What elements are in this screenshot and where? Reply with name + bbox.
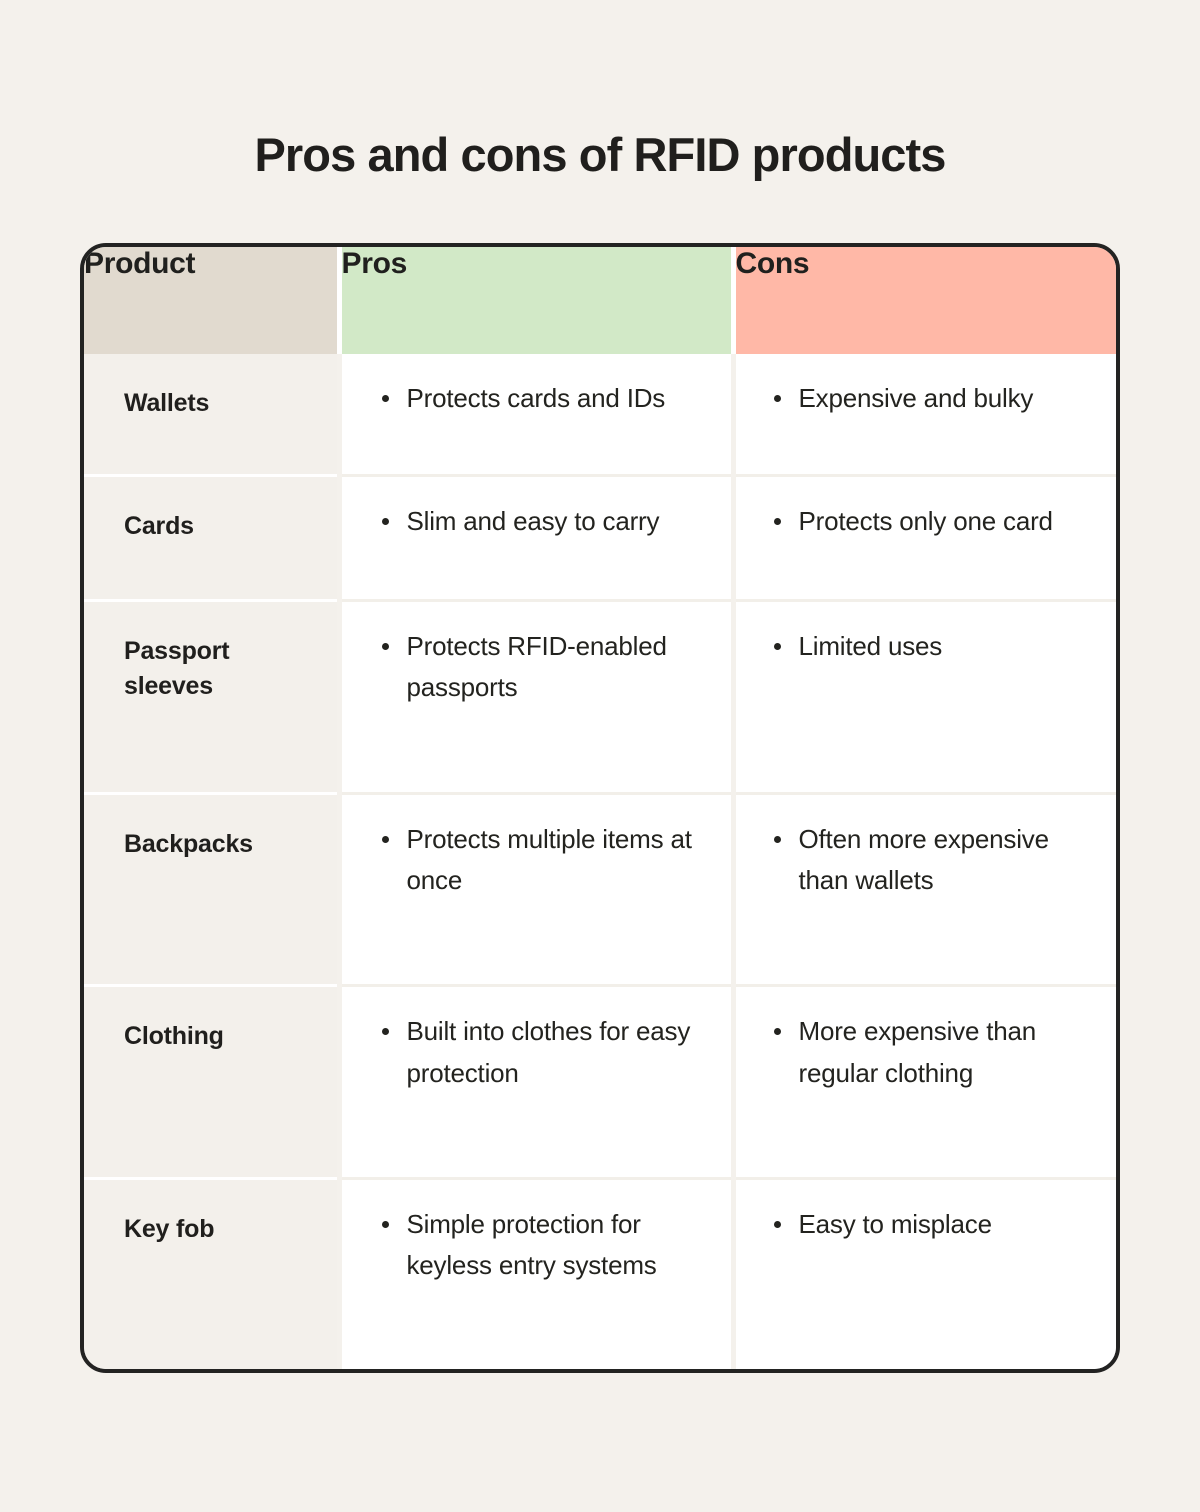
pros-cell: Protects cards and IDs [336,354,733,476]
table-row: Key fob Simple protection for keyless en… [84,1177,1116,1369]
page-title: Pros and cons of RFID products [254,128,946,182]
list-item: Built into clothes for easy protection [380,1011,707,1093]
product-name: Wallets [84,354,339,476]
table-header: Product Pros Cons [84,247,1116,354]
product-name: Clothing [84,984,339,1179]
list-item: Protects RFID-enabled passports [380,626,707,708]
cons-cell: Protects only one card [730,474,1116,601]
list-item: Protects multiple items at once [380,819,707,901]
table-row: Cards Slim and easy to carry Protects on… [84,474,1116,601]
cons-cell: Easy to misplace [730,1177,1116,1369]
cons-cell: More expensive than regular clothing [730,984,1116,1179]
list-item: Simple protection for keyless entry syst… [380,1204,707,1286]
cons-list: More expensive than regular clothing [772,1011,1093,1093]
column-header-product: Product [84,247,339,354]
table-row: Wallets Protects cards and IDs Expensive… [84,354,1116,476]
pros-list: Protects cards and IDs [380,378,707,419]
product-name: Passport sleeves [84,598,339,794]
cons-cell: Expensive and bulky [730,354,1116,476]
list-item: Protects cards and IDs [380,378,707,419]
list-item: Limited uses [772,626,1093,667]
list-item: Easy to misplace [772,1204,1093,1245]
table-row: Backpacks Protects multiple items at onc… [84,791,1116,986]
table-row: Clothing Built into clothes for easy pro… [84,984,1116,1179]
column-header-cons: Cons [730,247,1116,354]
cons-cell: Limited uses [730,598,1116,794]
cons-cell: Often more expensive than wallets [730,791,1116,986]
pros-cons-table: Product Pros Cons Wallets Protects cards… [80,243,1120,1373]
pros-list: Simple protection for keyless entry syst… [380,1204,707,1286]
cons-list: Limited uses [772,626,1093,667]
header-row: Product Pros Cons [84,247,1116,354]
product-name: Key fob [84,1177,339,1369]
table-row: Passport sleeves Protects RFID-enabled p… [84,598,1116,794]
cons-list: Easy to misplace [772,1204,1093,1245]
product-name: Backpacks [84,791,339,986]
pros-list: Protects multiple items at once [380,819,707,901]
product-name: Cards [84,474,339,601]
pros-cell: Protects RFID-enabled passports [336,598,733,794]
cons-list: Protects only one card [772,501,1093,542]
pros-list: Slim and easy to carry [380,501,707,542]
list-item: Often more expensive than wallets [772,819,1093,901]
list-item: Slim and easy to carry [380,501,707,542]
table-body: Wallets Protects cards and IDs Expensive… [84,354,1116,1369]
pros-cell: Protects multiple items at once [336,791,733,986]
pros-cell: Simple protection for keyless entry syst… [336,1177,733,1369]
list-item: Expensive and bulky [772,378,1093,419]
cons-list: Often more expensive than wallets [772,819,1093,901]
pros-list: Built into clothes for easy protection [380,1011,707,1093]
column-header-pros: Pros [336,247,733,354]
cons-list: Expensive and bulky [772,378,1093,419]
pros-cell: Slim and easy to carry [336,474,733,601]
list-item: Protects only one card [772,501,1093,542]
page-root: Pros and cons of RFID products Product P… [0,0,1200,1512]
comparison-table: Product Pros Cons Wallets Protects cards… [84,247,1116,1369]
pros-list: Protects RFID-enabled passports [380,626,707,708]
list-item: More expensive than regular clothing [772,1011,1093,1093]
pros-cell: Built into clothes for easy protection [336,984,733,1179]
